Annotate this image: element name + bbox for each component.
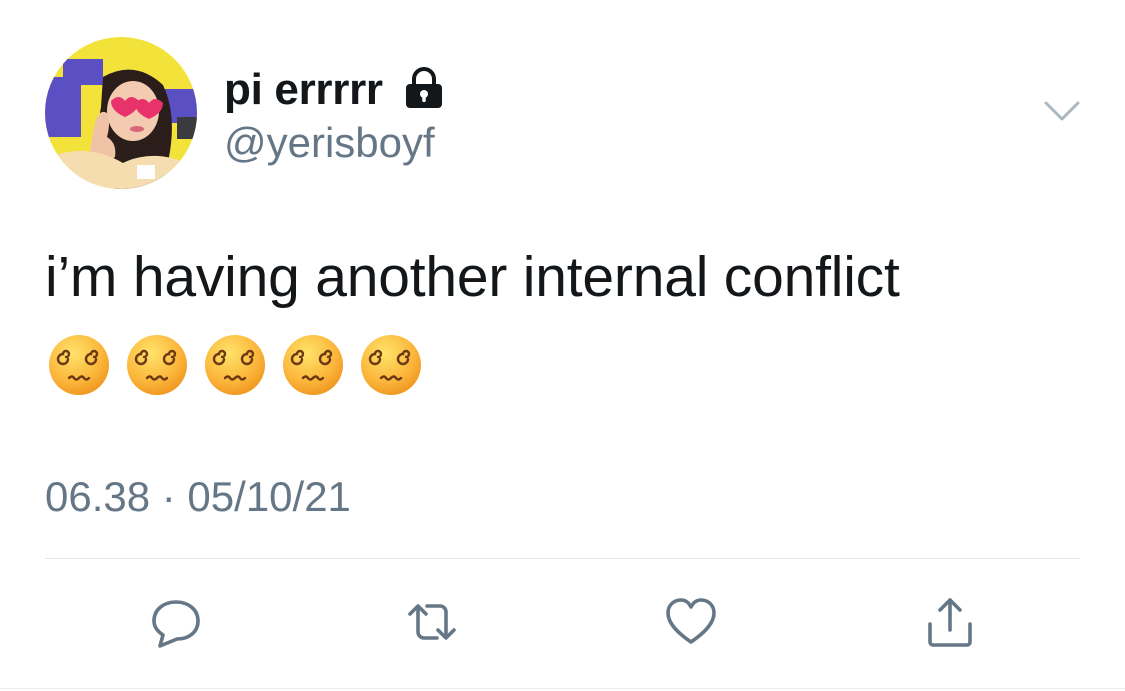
dizzy-face-emoji <box>205 335 265 395</box>
reply-button[interactable] <box>146 592 206 652</box>
emoji-row <box>47 333 423 399</box>
tweet-timestamp[interactable]: 06.38 · 05/10/21 <box>45 473 351 521</box>
tweet-card: pi errrrr @yerisboyf i’m having another … <box>0 0 1125 691</box>
divider <box>45 558 1080 559</box>
user-handle[interactable]: @yerisboyf <box>224 120 435 166</box>
avatar[interactable] <box>45 37 197 189</box>
dizzy-face-emoji <box>283 335 343 395</box>
dizzy-face-emoji <box>49 335 109 395</box>
heart-icon <box>666 598 716 644</box>
chevron-down-icon[interactable] <box>1042 97 1082 125</box>
lock-icon <box>406 67 442 108</box>
retweet-button[interactable] <box>402 592 462 652</box>
dizzy-face-emoji <box>127 335 187 395</box>
dizzy-face-emoji <box>361 335 421 395</box>
like-button[interactable] <box>661 592 721 652</box>
share-button[interactable] <box>920 592 980 652</box>
bottom-divider <box>0 688 1125 689</box>
comment-icon <box>152 600 200 648</box>
retweet-icon <box>408 604 456 640</box>
tweet-text: i’m having another internal conflict <box>45 245 900 309</box>
display-name[interactable]: pi errrrr <box>224 66 383 114</box>
share-icon <box>928 598 972 647</box>
